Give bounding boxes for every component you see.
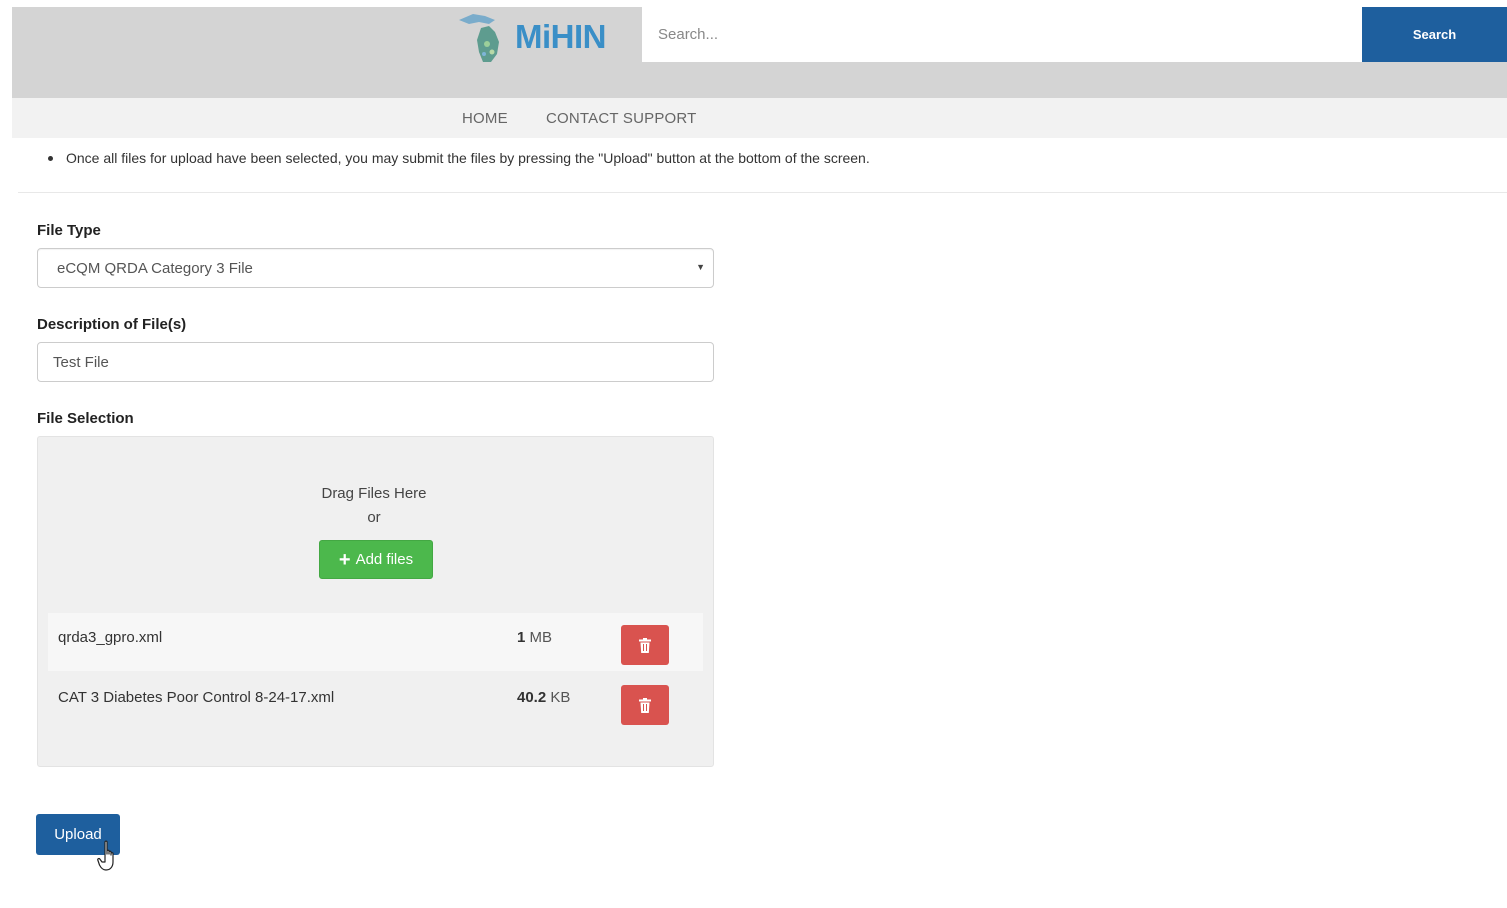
search-input[interactable] (642, 7, 1362, 62)
file-size: 1 MB (517, 629, 552, 646)
logo-text: MiHIN (515, 18, 607, 55)
plus-icon: + (338, 548, 351, 571)
nav-item-contact-support[interactable]: CONTACT SUPPORT (546, 110, 697, 127)
add-files-label: Add files (355, 551, 414, 568)
nav-item-home[interactable]: HOME (462, 110, 508, 127)
file-size-value: 1 (517, 629, 526, 646)
search-button[interactable]: Search (1362, 7, 1507, 62)
file-size-unit: KB (550, 689, 571, 706)
file-row: CAT 3 Diabetes Poor Control 8-24-17.xml … (48, 673, 703, 731)
file-name: CAT 3 Diabetes Poor Control 8-24-17.xml (58, 689, 335, 706)
michigan-map-icon (459, 14, 499, 62)
delete-file-button[interactable] (621, 685, 669, 725)
file-name: qrda3_gpro.xml (58, 629, 163, 646)
file-type-label: File Type (37, 222, 101, 239)
section-divider (18, 192, 1507, 193)
file-size-value: 40.2 (517, 689, 547, 706)
drag-files-text: Drag Files Here (321, 485, 427, 502)
mihin-logo[interactable]: MiHIN (455, 10, 607, 64)
nav-bar: HOME CONTACT SUPPORT (12, 98, 1507, 138)
file-row: qrda3_gpro.xml 1 MB (48, 613, 703, 671)
description-input[interactable] (37, 342, 714, 382)
delete-file-button[interactable] (621, 625, 669, 665)
file-size: 40.2 KB (517, 689, 570, 706)
bullet-icon (48, 155, 53, 161)
file-size-unit: MB (529, 629, 553, 646)
add-files-button[interactable]: + Add files (319, 540, 433, 579)
trash-icon (639, 697, 651, 713)
description-label: Description of File(s) (37, 316, 187, 333)
file-type-select[interactable]: eCQM QRDA Category 3 File ▼ (37, 248, 714, 288)
file-selection-label: File Selection (37, 410, 134, 427)
file-type-selected-value: eCQM QRDA Category 3 File (57, 260, 253, 277)
caret-down-icon: ▼ (696, 262, 705, 272)
trash-icon (639, 637, 651, 653)
or-text: or (367, 509, 381, 526)
hand-pointer-cursor-icon (97, 840, 114, 871)
file-dropzone[interactable]: Drag Files Here or + Add files qrda3_gpr… (37, 436, 714, 767)
instruction-text: Once all files for upload have been sele… (66, 150, 870, 166)
instruction-item: Once all files for upload have been sele… (48, 150, 870, 166)
